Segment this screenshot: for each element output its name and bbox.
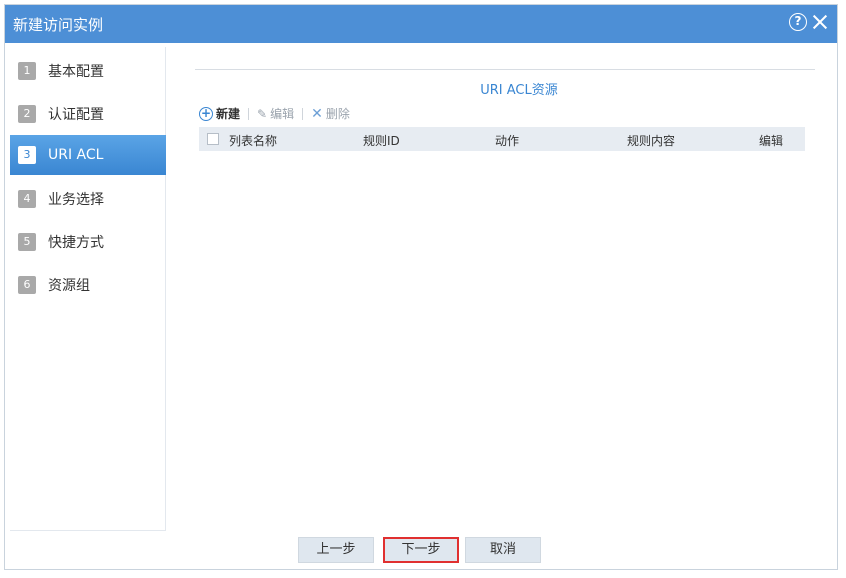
step-label: 认证配置	[48, 107, 104, 123]
wizard-steps-sidebar: 1 基本配置 2 认证配置 3 URI ACL 4 业务选择 5 快捷方式 6 …	[10, 47, 166, 531]
section-divider	[195, 69, 815, 70]
delete-button[interactable]: ✕ 删除	[311, 105, 350, 122]
step-number: 5	[18, 233, 36, 251]
step-number: 4	[18, 190, 36, 208]
step-number: 2	[18, 105, 36, 123]
plus-circle-icon: +	[199, 105, 213, 121]
delete-button-label: 删除	[325, 107, 350, 121]
step-label: 基本配置	[48, 64, 104, 80]
step-uri-acl[interactable]: 3 URI ACL	[10, 135, 166, 175]
step-label: URI ACL	[48, 147, 104, 163]
previous-button[interactable]: 上一步	[298, 537, 374, 563]
pencil-icon: ✎	[257, 106, 268, 121]
step-label: 资源组	[48, 278, 90, 294]
toolbar-divider	[248, 107, 250, 120]
cancel-button[interactable]: 取消	[465, 537, 541, 563]
column-header-edit: 编辑	[759, 134, 784, 148]
column-header-list-name: 列表名称	[229, 134, 278, 148]
new-button[interactable]: + 新建	[199, 105, 240, 122]
column-header-rule-id: 规则ID	[363, 134, 400, 148]
step-number: 3	[18, 146, 36, 164]
toolbar-divider	[302, 107, 304, 120]
step-auth-config[interactable]: 2 认证配置	[10, 94, 166, 134]
new-button-label: 新建	[216, 107, 241, 121]
step-number: 6	[18, 276, 36, 294]
select-all-checkbox[interactable]	[207, 133, 219, 145]
table-toolbar: + 新建 ✎ 编辑 ✕ 删除	[199, 105, 350, 122]
table-header-row: 列表名称 规则ID 动作 规则内容 编辑	[199, 127, 805, 151]
column-header-rule-content: 规则内容	[627, 134, 676, 148]
close-icon[interactable]	[811, 13, 829, 31]
dialog-footer: 上一步 下一步 取消	[5, 537, 837, 567]
edit-button[interactable]: ✎ 编辑	[257, 105, 294, 122]
dialog-titlebar: 新建访问实例 ?	[5, 5, 837, 43]
help-icon[interactable]: ?	[789, 13, 807, 31]
edit-button-label: 编辑	[270, 107, 295, 121]
new-access-instance-dialog: 新建访问实例 ? 1 基本配置 2 认证配置 3 URI ACL 4 业务选择 …	[4, 4, 838, 570]
step-number: 1	[18, 62, 36, 80]
next-button[interactable]: 下一步	[383, 537, 459, 563]
step-shortcuts[interactable]: 5 快捷方式	[10, 222, 166, 262]
section-title: URI ACL资源	[480, 83, 558, 98]
titlebar-icons: ?	[789, 13, 829, 31]
step-basic-config[interactable]: 1 基本配置	[10, 51, 166, 91]
column-header-action: 动作	[495, 134, 520, 148]
dialog-title: 新建访问实例	[13, 16, 104, 34]
step-resource-group[interactable]: 6 资源组	[10, 265, 166, 305]
step-label: 快捷方式	[48, 235, 104, 251]
x-delete-icon: ✕	[311, 105, 323, 122]
step-label: 业务选择	[48, 192, 104, 208]
step-service-selection[interactable]: 4 业务选择	[10, 179, 166, 219]
